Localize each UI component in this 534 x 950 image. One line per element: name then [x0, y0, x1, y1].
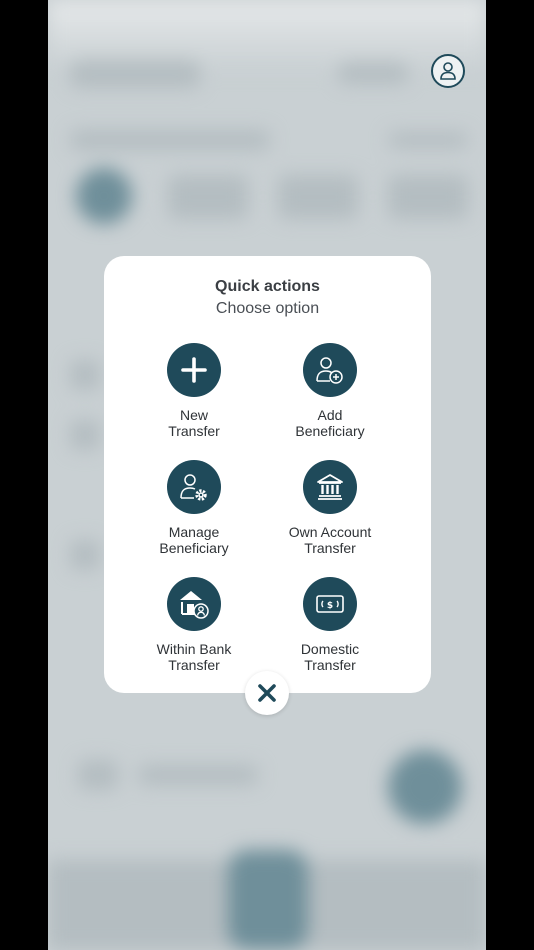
domestic-transfer-label: Domestic Transfer	[300, 641, 360, 673]
within-bank-transfer-label: Within Bank Transfer	[156, 641, 232, 673]
manage-beneficiary-circle	[167, 460, 221, 514]
bank-icon	[317, 474, 343, 500]
profile-button[interactable]	[431, 54, 465, 88]
background-fab	[388, 750, 462, 824]
background-tile	[168, 175, 248, 219]
background-card-icon	[78, 760, 118, 790]
manage-beneficiary-label: Manage Beneficiary	[159, 524, 229, 556]
user-icon	[440, 62, 456, 80]
new-transfer-button[interactable]: New Transfer	[124, 343, 264, 439]
new-transfer-label: New Transfer	[168, 407, 220, 439]
manage-user-icon	[180, 474, 207, 501]
within-bank-transfer-button[interactable]: Within Bank Transfer	[124, 577, 264, 673]
own-account-transfer-button[interactable]: Own Account Transfer	[260, 460, 400, 556]
background-tile	[278, 175, 358, 219]
within-bank-transfer-circle	[167, 577, 221, 631]
background-logo	[70, 60, 200, 88]
domestic-transfer-circle: $	[303, 577, 357, 631]
own-account-transfer-label: Own Account Transfer	[288, 524, 372, 556]
new-transfer-circle	[167, 343, 221, 397]
plus-icon	[181, 357, 207, 383]
close-icon	[258, 684, 276, 702]
bank-user-icon	[180, 591, 209, 619]
background-card-text	[138, 765, 258, 785]
add-user-icon	[316, 357, 343, 384]
modal-title: Quick actions	[215, 278, 320, 295]
background-row	[70, 360, 100, 390]
close-button[interactable]	[245, 671, 289, 715]
background-tile	[388, 175, 468, 219]
background-bottom-nav-center	[228, 850, 308, 950]
app-screen: Quick actions Choose option New Transfer	[48, 0, 486, 950]
background-circle	[76, 168, 132, 224]
quick-actions-modal: Quick actions Choose option New Transfer	[104, 256, 431, 693]
add-beneficiary-button[interactable]: Add Beneficiary	[260, 343, 400, 439]
background-header-icons	[338, 62, 408, 84]
manage-beneficiary-button[interactable]: Manage Beneficiary	[124, 460, 264, 556]
add-beneficiary-label: Add Beneficiary	[295, 407, 365, 439]
add-beneficiary-circle	[303, 343, 357, 397]
background-row	[70, 420, 100, 450]
domestic-transfer-button[interactable]: $ Domestic Transfer	[260, 577, 400, 673]
svg-text:$: $	[327, 601, 333, 611]
cash-icon: $	[316, 595, 344, 613]
background-section-title	[70, 130, 270, 150]
background-link	[388, 132, 468, 148]
modal-subtitle: Choose option	[215, 300, 320, 317]
own-account-transfer-circle	[303, 460, 357, 514]
background-row	[70, 540, 100, 570]
